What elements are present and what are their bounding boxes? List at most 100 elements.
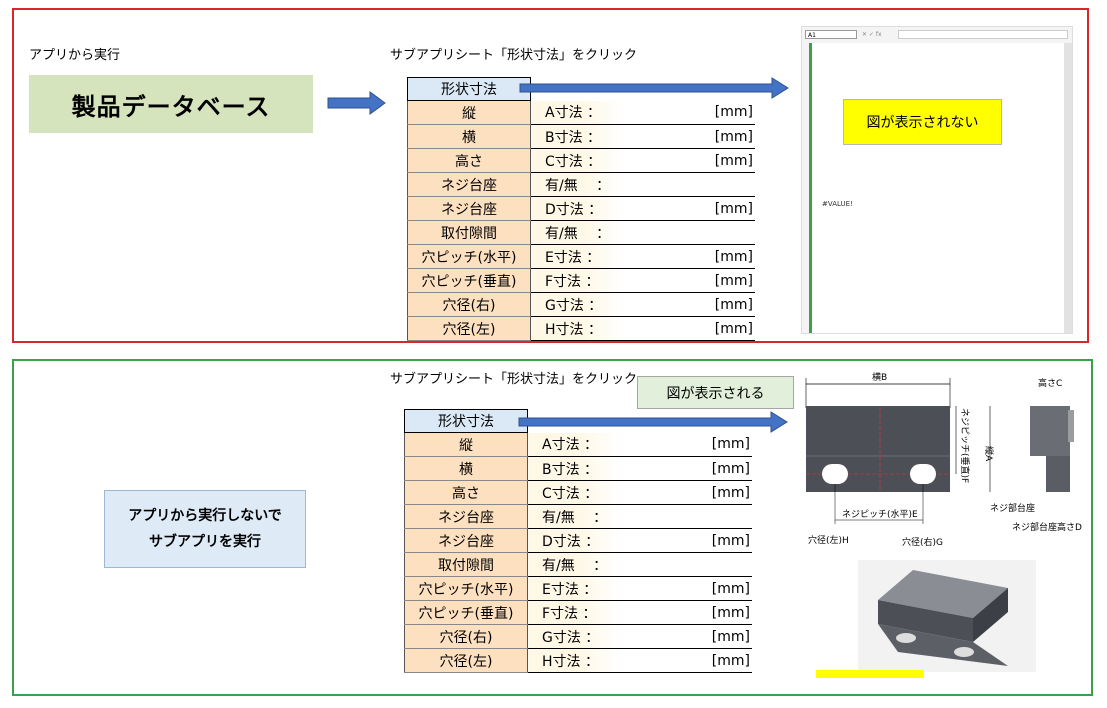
dimension-code: G寸法 ： — [530, 292, 623, 317]
dimension-label: 取付隙間 — [404, 552, 528, 577]
shape-dimension-sheet-tab[interactable]: 形状寸法 — [407, 77, 531, 101]
dimension-row: 穴ピッチ(垂直) F寸法 ： [mm] — [404, 600, 752, 625]
dimension-unit: [mm] — [693, 292, 755, 317]
dimension-value-input[interactable] — [623, 316, 693, 341]
dimension-value-input[interactable] — [620, 528, 690, 553]
dimension-value-input[interactable] — [620, 552, 690, 577]
dimension-row: 穴ピッチ(水平) E寸法 ： [mm] — [407, 244, 755, 269]
hole-right-g-label: 穴径(右)G — [902, 536, 943, 548]
dimension-label: ネジ台座 — [404, 528, 528, 553]
worksheet-area[interactable]: #VALUE! — [809, 43, 1064, 333]
dimension-unit: [mm] — [690, 576, 752, 601]
dimension-value-input[interactable] — [623, 172, 693, 197]
dimension-value-input[interactable] — [623, 292, 693, 317]
dimension-code: E寸法 ： — [530, 244, 623, 269]
seat-height-d-label: ネジ部台座高さD — [1012, 521, 1082, 533]
bottom-shape-dimension-table: 形状寸法 縦 A寸法 ： [mm] 横 B寸法 ： [mm] 高さ C寸法 ： [mm] ネジ台座… — [404, 409, 752, 673]
dimension-unit: [mm] — [693, 268, 755, 293]
dimension-unit: [mm] — [693, 196, 755, 221]
dimension-label: ネジ台座 — [407, 196, 531, 221]
dimension-value-input[interactable] — [620, 600, 690, 625]
dimension-code: F寸法 ： — [530, 268, 623, 293]
figure-not-shown-note: 図が表示されない — [843, 99, 1002, 145]
dimension-code: G寸法 ： — [527, 624, 620, 649]
isometric-part-image — [858, 560, 1036, 672]
yellow-highlight-strip — [816, 670, 924, 678]
shape-dimension-sheet-tab[interactable]: 形状寸法 — [404, 409, 528, 433]
dimension-row: 高さ C寸法 ： [mm] — [404, 480, 752, 505]
dimension-row: ネジ台座 有/無 ： — [407, 172, 755, 197]
dimension-label: 穴ピッチ(垂直) — [407, 268, 531, 293]
dimension-value-input[interactable] — [623, 268, 693, 293]
dimension-row: 穴径(左) H寸法 ： [mm] — [404, 648, 752, 673]
dimension-drawing: 横B ネジピッチ(垂直)F 縦A ネジピッチ(水平)E 穴径(左)H 穴径(右)… — [805, 371, 1082, 548]
dimension-value-input[interactable] — [620, 504, 690, 529]
dimension-code: B寸法 ： — [527, 456, 620, 481]
dimension-row: 穴径(右) G寸法 ： [mm] — [407, 292, 755, 317]
dimension-row: 横 B寸法 ： [mm] — [407, 124, 755, 149]
dimension-unit — [693, 220, 755, 245]
dimension-value-input[interactable] — [620, 480, 690, 505]
dimension-row: 縦 A寸法 ： [mm] — [404, 432, 752, 457]
dimension-value-input[interactable] — [623, 100, 693, 125]
dimension-unit — [690, 552, 752, 577]
dimension-unit: [mm] — [690, 456, 752, 481]
dimension-row: 取付隙間 有/無 ： — [404, 552, 752, 577]
dimension-row: ネジ台座 有/無 ： — [404, 504, 752, 529]
action-line-1: アプリから実行しないで — [128, 508, 282, 524]
dimension-value-input[interactable] — [623, 244, 693, 269]
dimension-unit: [mm] — [693, 148, 755, 173]
dimension-row: ネジ台座 D寸法 ： [mm] — [407, 196, 755, 221]
top-subapp-caption: サブアプリシート「形状寸法」をクリック — [390, 48, 638, 63]
dimension-value-input[interactable] — [623, 196, 693, 221]
dimension-code: B寸法 ： — [530, 124, 623, 149]
dimension-label: 穴ピッチ(水平) — [407, 244, 531, 269]
dimension-row: 穴ピッチ(水平) E寸法 ： [mm] — [404, 576, 752, 601]
dimension-unit: [mm] — [693, 124, 755, 149]
seat-label: ネジ部台座 — [990, 502, 1035, 514]
dimension-row: ネジ台座 D寸法 ： [mm] — [404, 528, 752, 553]
dimension-label: 穴径(右) — [404, 624, 528, 649]
dimension-row: 縦 A寸法 ： [mm] — [407, 100, 755, 125]
dimension-unit: [mm] — [690, 600, 752, 625]
dimension-unit: [mm] — [690, 528, 752, 553]
value-error-cell: #VALUE! — [822, 200, 853, 208]
dimension-value-input[interactable] — [623, 148, 693, 173]
dimension-value-input[interactable] — [620, 456, 690, 481]
dimension-code: 有/無 ： — [530, 172, 623, 197]
vertical-a-label: 縦A — [983, 446, 995, 462]
dimension-label: 穴径(左) — [407, 316, 531, 341]
dimension-code: C寸法 ： — [530, 148, 623, 173]
dimension-unit — [693, 172, 755, 197]
dimension-row: 横 B寸法 ： [mm] — [404, 456, 752, 481]
dimension-row: 高さ C寸法 ： [mm] — [407, 148, 755, 173]
dimension-code: 有/無 ： — [527, 504, 620, 529]
dimension-row: 取付隙間 有/無 ： — [407, 220, 755, 245]
formula-bar[interactable] — [898, 30, 1068, 39]
dimension-label: 縦 — [404, 432, 528, 457]
formula-icons: ✕ ✓ fx — [862, 31, 882, 38]
product-database-box: 製品データベース — [29, 75, 313, 133]
dimension-unit: [mm] — [693, 100, 755, 125]
dimension-value-input[interactable] — [620, 432, 690, 457]
dimension-unit: [mm] — [693, 244, 755, 269]
dimension-code: E寸法 ： — [527, 576, 620, 601]
dimension-label: 高さ — [407, 148, 531, 173]
dimension-value-input[interactable] — [620, 648, 690, 673]
dimension-label: 横 — [404, 456, 528, 481]
dimension-unit: [mm] — [690, 624, 752, 649]
dimension-unit: [mm] — [690, 480, 752, 505]
vertical-scrollbar[interactable] — [1064, 43, 1072, 333]
dimension-row: 穴ピッチ(垂直) F寸法 ： [mm] — [407, 268, 755, 293]
dimension-value-input[interactable] — [623, 220, 693, 245]
dimension-code: D寸法 ： — [527, 528, 620, 553]
dimension-unit: [mm] — [690, 648, 752, 673]
dimension-value-input[interactable] — [623, 124, 693, 149]
dimension-code: A寸法 ： — [530, 100, 623, 125]
dimension-value-input[interactable] — [620, 576, 690, 601]
dimension-value-input[interactable] — [620, 624, 690, 649]
excel-window: A1 ✕ ✓ fx #VALUE! — [801, 26, 1073, 334]
run-subapp-directly-box: アプリから実行しないで サブアプリを実行 — [104, 490, 306, 568]
name-box[interactable]: A1 — [805, 30, 857, 39]
dimension-label: ネジ台座 — [407, 172, 531, 197]
